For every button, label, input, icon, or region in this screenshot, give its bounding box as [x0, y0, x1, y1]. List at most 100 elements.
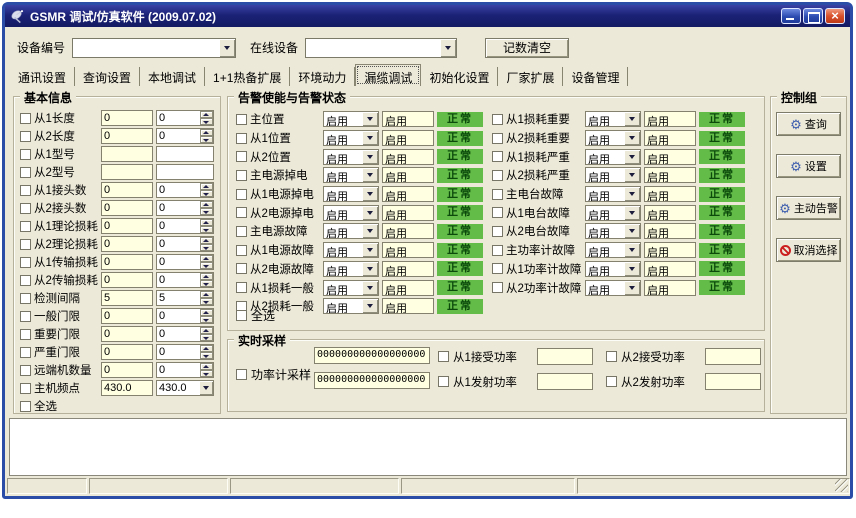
enable-input[interactable]: 启用 [382, 167, 434, 183]
tab[interactable]: 厂家扩展 [498, 67, 563, 86]
spinner-buttons[interactable] [200, 255, 213, 269]
checkbox[interactable] [20, 185, 31, 196]
value-input[interactable]: 0 [101, 362, 153, 378]
enable-input[interactable]: 启用 [382, 130, 434, 146]
tab[interactable]: 查询设置 [75, 67, 140, 86]
chevron-down-icon[interactable] [624, 150, 640, 164]
enable-dropdown[interactable]: 启用 [585, 223, 641, 239]
checkbox[interactable] [20, 113, 31, 124]
enable-dropdown[interactable]: 启用 [585, 261, 641, 277]
chevron-down-icon[interactable] [199, 381, 213, 395]
device-no-combobox[interactable] [72, 38, 236, 58]
enable-input[interactable]: 启用 [644, 111, 696, 127]
chevron-down-icon[interactable] [624, 168, 640, 182]
value-spinner[interactable]: 0 [156, 200, 214, 216]
power-input[interactable] [537, 348, 593, 365]
value-input[interactable]: 430.0 [101, 380, 153, 396]
value-input[interactable]: 0 [101, 326, 153, 342]
chevron-down-icon[interactable] [624, 131, 640, 145]
checkbox[interactable] [606, 376, 617, 387]
spinner-buttons[interactable] [200, 309, 213, 323]
spinner-buttons[interactable] [200, 111, 213, 125]
checkbox[interactable] [20, 131, 31, 142]
checkbox[interactable] [236, 189, 247, 200]
value-input[interactable]: 0 [101, 236, 153, 252]
checkbox[interactable] [20, 239, 31, 250]
value-spinner[interactable]: 0 [156, 344, 214, 360]
value-spinner[interactable]: 0 [156, 362, 214, 378]
tab[interactable]: 设备管理 [563, 67, 628, 86]
enable-dropdown[interactable]: 启用 [323, 261, 379, 277]
checkbox[interactable] [492, 151, 503, 162]
enable-dropdown[interactable]: 启用 [585, 111, 641, 127]
chevron-down-icon[interactable] [624, 187, 640, 201]
enable-input[interactable]: 启用 [382, 242, 434, 258]
counter-input[interactable]: 000000000000000000 [314, 347, 430, 364]
chevron-down-icon[interactable] [624, 262, 640, 276]
chevron-down-icon[interactable] [624, 243, 640, 257]
tab[interactable]: 通讯设置 [10, 67, 75, 86]
enable-input[interactable]: 启用 [382, 261, 434, 277]
spinner-buttons[interactable] [200, 201, 213, 215]
checkbox[interactable] [492, 189, 503, 200]
checkbox[interactable] [492, 245, 503, 256]
chevron-down-icon[interactable] [362, 243, 378, 257]
counter-input[interactable]: 000000000000000000 [314, 372, 430, 389]
spinner-buttons[interactable] [200, 345, 213, 359]
checkbox[interactable] [236, 170, 247, 181]
value-input[interactable]: 0 [101, 218, 153, 234]
checkbox[interactable] [492, 226, 503, 237]
message-list[interactable] [9, 418, 847, 476]
value-spinner[interactable]: 5 [156, 290, 214, 306]
value-input[interactable]: 0 [101, 128, 153, 144]
checkbox[interactable] [492, 263, 503, 274]
checkbox[interactable] [492, 170, 503, 181]
tab[interactable]: 环境动力 [290, 67, 355, 86]
chevron-down-icon[interactable] [624, 112, 640, 126]
enable-input[interactable]: 启用 [382, 223, 434, 239]
value-spinner[interactable]: 430.0 [156, 380, 214, 396]
value-spinner[interactable]: 0 [156, 128, 214, 144]
value-spinner[interactable]: 0 [156, 236, 214, 252]
checkbox[interactable] [20, 221, 31, 232]
enable-input[interactable]: 启用 [382, 111, 434, 127]
checkbox[interactable] [236, 282, 247, 293]
power-input[interactable] [705, 373, 761, 390]
enable-dropdown[interactable]: 启用 [585, 280, 641, 296]
chevron-down-icon[interactable] [624, 281, 640, 295]
checkbox[interactable] [236, 226, 247, 237]
checkbox[interactable] [236, 369, 247, 380]
checkbox[interactable] [492, 114, 503, 125]
enable-dropdown[interactable]: 启用 [585, 186, 641, 202]
value-input[interactable]: 0 [101, 308, 153, 324]
enable-dropdown[interactable]: 启用 [585, 242, 641, 258]
active-alarm-button[interactable]: ⚙主动告警 [776, 196, 841, 220]
enable-dropdown[interactable]: 启用 [585, 167, 641, 183]
enable-dropdown[interactable]: 启用 [323, 298, 379, 314]
maximize-button[interactable] [803, 8, 823, 24]
checkbox[interactable] [20, 167, 31, 178]
resize-grip[interactable] [835, 479, 848, 492]
chevron-down-icon[interactable] [624, 224, 640, 238]
checkbox[interactable] [20, 401, 31, 412]
chevron-down-icon[interactable] [219, 39, 235, 57]
value-spinner[interactable]: 0 [156, 110, 214, 126]
enable-input[interactable]: 启用 [382, 205, 434, 221]
enable-input[interactable]: 启用 [644, 261, 696, 277]
enable-input[interactable]: 启用 [644, 186, 696, 202]
value-spinner[interactable] [156, 164, 214, 180]
chevron-down-icon[interactable] [362, 262, 378, 276]
enable-input[interactable]: 启用 [644, 223, 696, 239]
value-input[interactable]: 0 [101, 344, 153, 360]
enable-dropdown[interactable]: 启用 [323, 130, 379, 146]
spinner-buttons[interactable] [200, 237, 213, 251]
checkbox[interactable] [236, 151, 247, 162]
checkbox[interactable] [20, 257, 31, 268]
value-input[interactable]: 0 [101, 110, 153, 126]
enable-dropdown[interactable]: 启用 [323, 186, 379, 202]
value-spinner[interactable] [156, 146, 214, 162]
online-device-combobox[interactable] [305, 38, 457, 58]
checkbox[interactable] [20, 347, 31, 358]
checkbox[interactable] [236, 114, 247, 125]
enable-input[interactable]: 启用 [644, 280, 696, 296]
